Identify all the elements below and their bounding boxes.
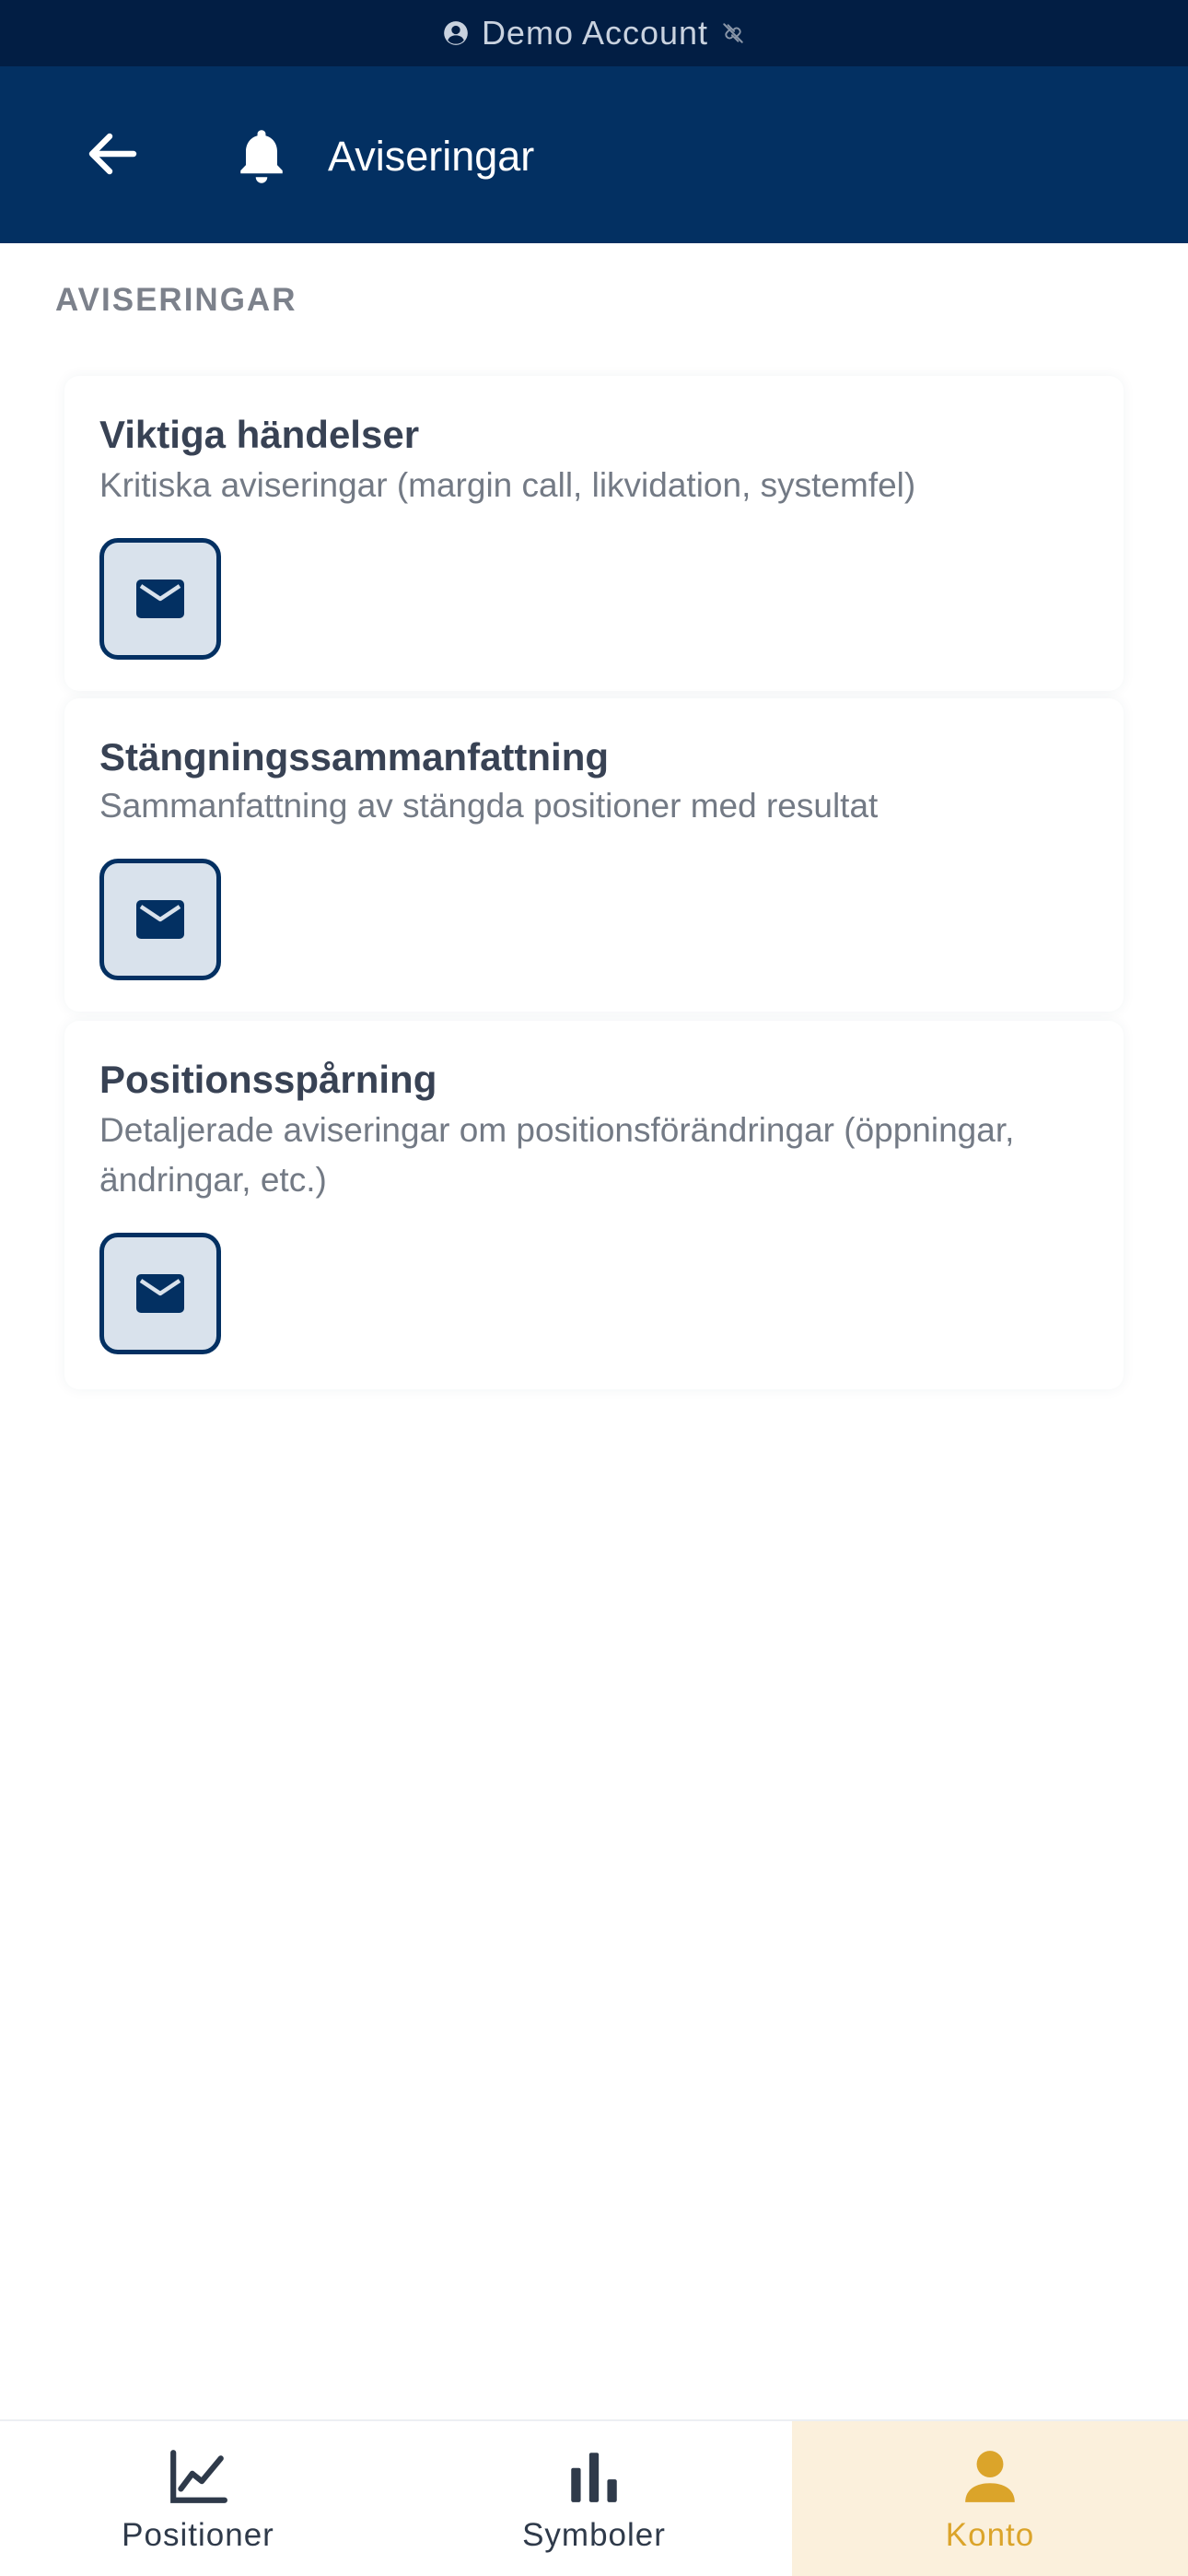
mail-icon	[136, 900, 184, 939]
page-title: Aviseringar	[328, 133, 535, 180]
back-button[interactable]	[79, 122, 144, 186]
bottom-navigation: Positioner Symboler Konto	[0, 2419, 1188, 2576]
nav-label: Symboler	[522, 2517, 666, 2553]
notification-title: Stängningssammanfattning	[99, 735, 610, 779]
notification-card-position-tracking: Positionsspårning Detaljerade aviseringa…	[64, 1021, 1124, 1389]
email-toggle-button[interactable]	[99, 1233, 221, 1354]
notification-description: Detaljerade aviseringar om positionsförä…	[99, 1111, 1015, 1199]
account-circle-icon	[444, 21, 468, 45]
bar-chart-icon	[571, 2453, 617, 2502]
demo-account-label: Demo Account	[481, 14, 709, 52]
nav-item-konto[interactable]: Konto	[792, 2421, 1188, 2576]
app-header: Aviseringar	[0, 66, 1188, 243]
notification-title: Positionsspårning	[99, 1058, 437, 1101]
nav-label: Konto	[945, 2517, 1035, 2553]
nav-label: Positioner	[122, 2517, 274, 2553]
mail-icon	[136, 580, 184, 618]
bell-icon	[240, 130, 283, 183]
notification-description: Sammanfattning av stängda positioner med…	[99, 787, 879, 825]
arrow-left-icon	[88, 133, 137, 175]
line-chart-icon	[170, 2450, 227, 2503]
notification-description: Kritiska aviseringar (margin call, likvi…	[99, 466, 916, 504]
notification-card-important-events: Viktiga händelser Kritiska aviseringar (…	[64, 376, 1124, 691]
link-off-icon	[723, 23, 743, 43]
section-label: AVISERINGAR	[55, 282, 297, 318]
mail-icon	[136, 1274, 184, 1313]
person-icon	[965, 2451, 1015, 2502]
notification-title: Viktiga händelser	[99, 413, 420, 456]
demo-account-bar: Demo Account	[0, 0, 1188, 66]
notification-card-closing-summary: Stängningssammanfattning Sammanfattning …	[64, 698, 1124, 1012]
email-toggle-button[interactable]	[99, 538, 221, 660]
email-toggle-button[interactable]	[99, 859, 221, 980]
nav-item-symboler[interactable]: Symboler	[396, 2421, 792, 2576]
nav-item-positioner[interactable]: Positioner	[0, 2421, 396, 2576]
